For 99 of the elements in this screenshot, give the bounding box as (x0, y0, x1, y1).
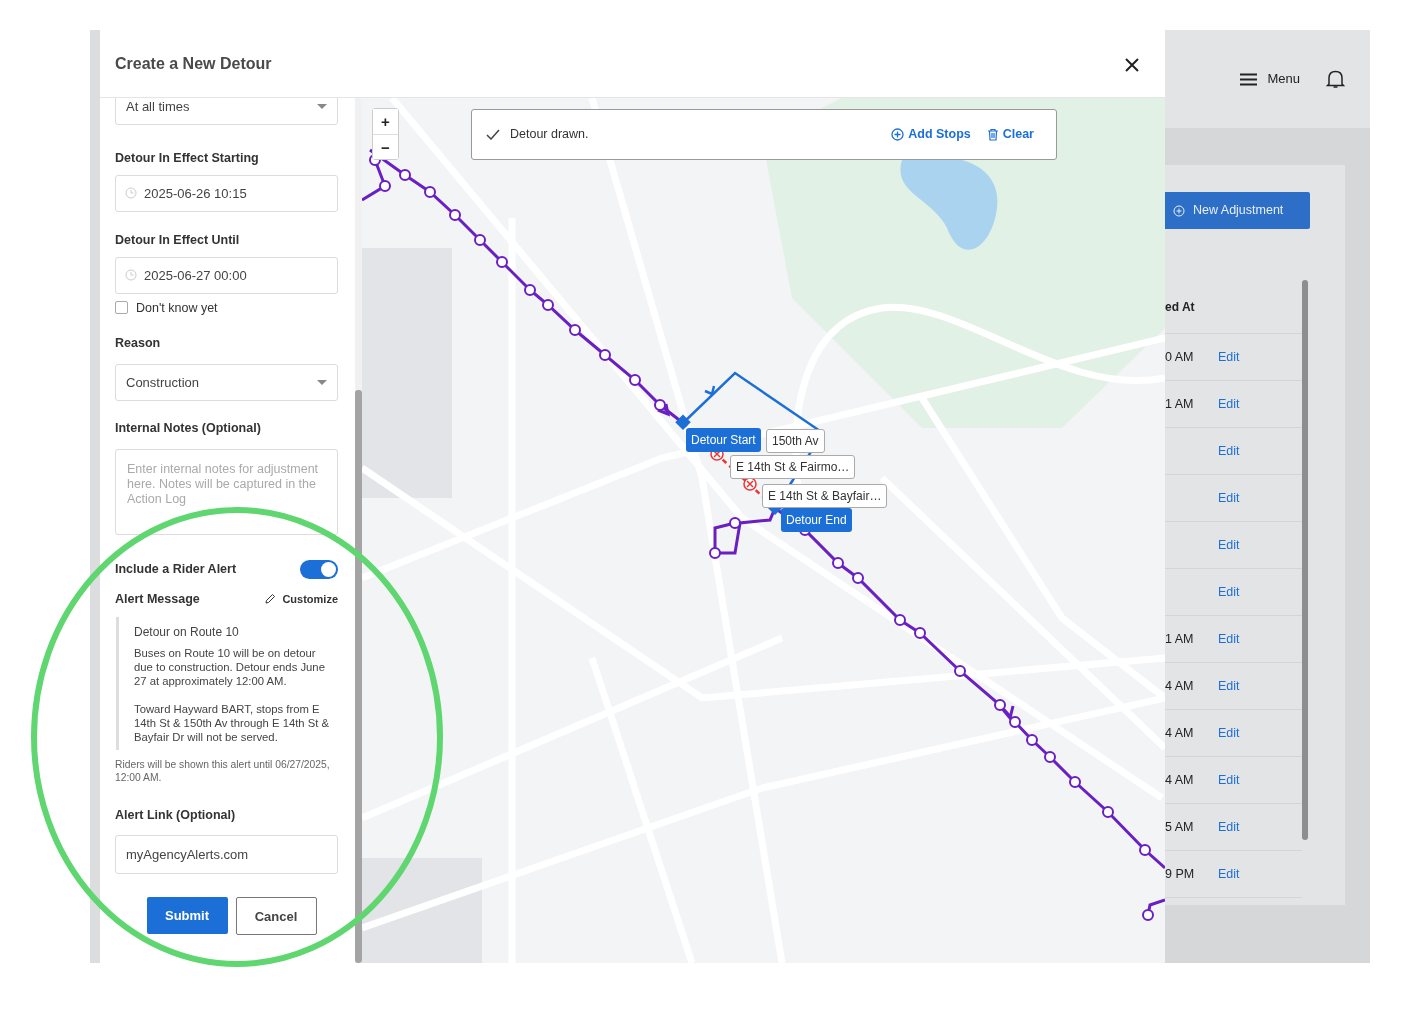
table-cell-text: 1 AM (1165, 630, 1193, 648)
submit-button[interactable]: Submit (146, 897, 228, 935)
stop-label: E 14th St & Fairmo… (730, 455, 856, 479)
bus-stop-marker (954, 665, 966, 677)
scrollbar-thumb[interactable] (355, 390, 362, 963)
menu-button[interactable]: Menu (1240, 69, 1300, 89)
clock-icon (125, 268, 137, 281)
field-label: Include a Rider Alert (115, 560, 237, 578)
add-stops-button[interactable]: Add Stops (891, 125, 971, 144)
field-label: Detour In Effect Until (115, 231, 241, 249)
bus-stop-marker (524, 284, 536, 296)
bus-stop-marker (542, 299, 554, 311)
zoom-out-button[interactable]: − (373, 134, 398, 159)
checkbox[interactable] (115, 301, 128, 315)
table-cell-text: 1 AM (1165, 395, 1193, 413)
edit-link[interactable]: Edit (1218, 441, 1240, 461)
status-text: Detour drawn. (510, 126, 589, 144)
edit-link[interactable]: Edit (1218, 864, 1240, 884)
edit-link[interactable]: Edit (1218, 347, 1240, 367)
edit-link[interactable]: Edit (1218, 488, 1240, 508)
column-header: ed At (1165, 298, 1195, 316)
edit-link[interactable]: Edit (1218, 582, 1240, 602)
bus-stop-marker (424, 186, 436, 198)
edit-link[interactable]: Edit (1218, 676, 1240, 696)
bus-stop-marker (852, 572, 864, 584)
edit-link[interactable]: Edit (1218, 770, 1240, 790)
detour-start-label: Detour Start (686, 428, 761, 452)
bus-stop-marker (629, 374, 641, 386)
edit-link[interactable]: Edit (1218, 535, 1240, 555)
menu-icon (1240, 72, 1258, 86)
map[interactable]: + − Detour drawn. Add Stops Clear Detour Start 150th Av E 14th St & Fairmo… E 14th St & Bayfair… Detour End (362, 98, 1165, 963)
field-label: Internal Notes (Optional) (115, 420, 262, 437)
bus-stop-marker (1139, 844, 1151, 856)
bus-stop-marker (729, 517, 741, 529)
table-cell-text: 5 AM (1165, 818, 1193, 836)
bus-stop-marker (1044, 751, 1056, 763)
bus-stop-marker (449, 209, 461, 221)
bus-stop-marker (832, 557, 844, 569)
stop-label: E 14th St & Bayfair… (762, 484, 888, 508)
plus-circle-icon (1173, 204, 1185, 217)
caret-icon (317, 380, 327, 385)
bus-stop-marker (709, 547, 721, 559)
check-icon (486, 129, 500, 140)
trash-icon (986, 128, 999, 141)
date-field[interactable]: 2025-06-27 00:00 (115, 256, 338, 294)
edit-link[interactable]: Edit (1218, 629, 1240, 649)
field-label: Alert Message (115, 590, 200, 608)
caret-icon (317, 104, 327, 109)
bus-stop-marker (914, 627, 926, 639)
bus-stop-marker (1069, 776, 1081, 788)
reason-select[interactable]: Construction (115, 364, 338, 401)
new-adjustment-button[interactable]: New Adjustment (1165, 192, 1310, 229)
alert-title: Detour on Route 10 (134, 623, 240, 641)
edit-link[interactable]: Edit (1218, 723, 1240, 743)
edit-link[interactable]: Edit (1218, 817, 1240, 837)
bus-stop-marker (379, 180, 391, 192)
bus-stop-marker (599, 349, 611, 361)
bus-stop-marker (994, 699, 1006, 711)
date-field[interactable]: 2025-06-26 10:15 (115, 174, 338, 212)
modal-title: Create a New Detour (115, 53, 272, 74)
schedule-select[interactable]: At all times (115, 98, 338, 125)
field-label: Detour In Effect Starting (115, 150, 260, 167)
bus-stop-marker (496, 256, 508, 268)
bus-stop-marker (569, 324, 581, 336)
plus-circle-icon (891, 128, 905, 141)
bus-stop-marker (1102, 806, 1114, 818)
alert-duration-note: Riders will be shown this alert until 06/27/2025, 12:00 AM. (115, 757, 331, 784)
bus-stop-marker (1009, 716, 1021, 728)
alert-link-field[interactable]: myAgencyAlerts.com (115, 835, 338, 875)
pencil-icon (264, 593, 277, 606)
checkbox-label: Don't know yet (136, 299, 218, 317)
table-cell-text: 0 AM (1165, 348, 1193, 366)
table-cell-text: 4 AM (1165, 724, 1193, 742)
bus-stop-marker (654, 399, 666, 411)
notes-field[interactable]: Enter internal notes for adjustment here. Notes will be captured in the Action Log (115, 448, 338, 535)
stop-label: 150th Av (766, 429, 825, 453)
bus-stop-marker (399, 169, 411, 181)
bus-stop-marker (1026, 734, 1038, 746)
clock-icon (125, 186, 137, 199)
customize-button[interactable]: Customize (264, 590, 338, 608)
field-label: Reason (115, 335, 162, 353)
cancel-button[interactable]: Cancel (235, 897, 317, 936)
alert-text: Toward Hayward BART, stops from E 14th St & 150th Av through E 14th St & Bayfair Dr will not be served. (134, 701, 330, 744)
alert-text: Buses on Route 10 will be on detour due to construction. Detour ends June 27 at approximately 12:00 AM. (134, 645, 326, 688)
close-icon (1125, 58, 1139, 73)
table-cell-text: 9 PM (1165, 865, 1193, 883)
table-cell-text: 4 AM (1165, 771, 1193, 789)
toggle-switch[interactable] (300, 559, 338, 579)
clear-button[interactable]: Clear (986, 125, 1034, 144)
bus-stop-marker (894, 614, 906, 626)
edit-link[interactable]: Edit (1218, 394, 1240, 414)
detour-end-label: Detour End (781, 508, 852, 532)
bus-stop-marker (1142, 909, 1154, 921)
table-cell-text: 4 AM (1165, 677, 1193, 695)
bus-stop-marker (474, 234, 486, 246)
bell-icon[interactable] (1326, 69, 1345, 89)
field-label: Alert Link (Optional) (115, 806, 237, 824)
scrollbar-thumb[interactable] (1302, 280, 1308, 840)
detour-start-pin (675, 414, 691, 431)
